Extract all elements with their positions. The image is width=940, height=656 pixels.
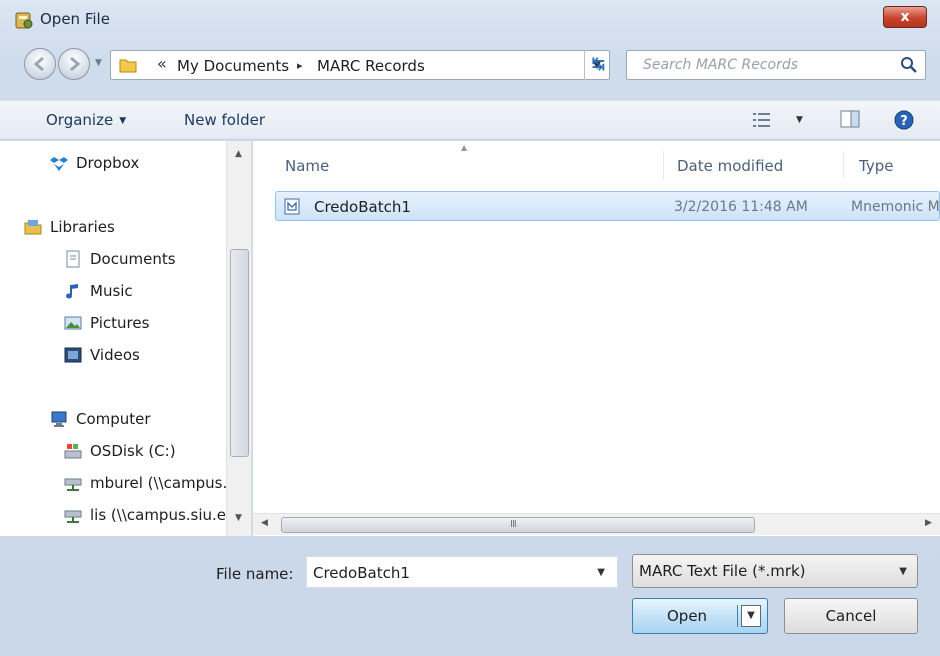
search-icon[interactable] bbox=[899, 55, 919, 75]
nav-item-label: Libraries bbox=[50, 218, 115, 236]
breadcrumb-marc-records[interactable]: MARC Records bbox=[317, 57, 425, 75]
view-options-dropdown-icon[interactable]: ▼ bbox=[796, 115, 803, 125]
nav-item-computer[interactable]: Computer bbox=[50, 407, 151, 431]
nav-item-osdisk[interactable]: OSDisk (C:) bbox=[64, 439, 176, 463]
chevron-down-icon: ▼ bbox=[899, 566, 907, 577]
file-name-label: File name: bbox=[216, 565, 294, 583]
file-name-input[interactable] bbox=[313, 564, 573, 582]
folder-icon bbox=[119, 59, 137, 73]
nav-item-label: Dropbox bbox=[76, 154, 140, 172]
nav-item-label: Music bbox=[90, 282, 133, 300]
svg-text:?: ? bbox=[900, 114, 908, 129]
forward-arrow-icon bbox=[70, 56, 81, 72]
music-icon bbox=[66, 284, 78, 299]
dropbox-icon bbox=[50, 157, 68, 171]
organize-label: Organize bbox=[46, 111, 114, 129]
column-header-date-modified[interactable]: Date modified bbox=[677, 157, 783, 175]
open-options-dropdown-icon[interactable]: ▼ bbox=[741, 605, 761, 627]
title-bar: Open File x bbox=[0, 0, 940, 40]
column-divider[interactable] bbox=[843, 151, 844, 179]
nav-item-label: Pictures bbox=[90, 314, 150, 332]
navigation-scrollbar[interactable]: ▲ ▼ bbox=[226, 141, 251, 536]
new-folder-button[interactable]: New folder bbox=[184, 111, 265, 129]
network-drive-icon bbox=[64, 478, 82, 491]
scrollbar-thumb[interactable] bbox=[230, 249, 249, 457]
scroll-left-icon[interactable]: ◀ bbox=[261, 518, 268, 528]
close-icon: x bbox=[900, 9, 910, 25]
open-button[interactable]: Open ▼ bbox=[632, 598, 768, 634]
navigation-pane: Dropbox Libraries Documents Music Pictur… bbox=[0, 141, 252, 536]
split-divider bbox=[737, 605, 738, 627]
close-button[interactable]: x bbox=[883, 6, 927, 28]
open-file-dialog: Open File x ▼ « My Documents ▸ MARC Reco… bbox=[0, 0, 940, 656]
nav-item-music[interactable]: Music bbox=[64, 279, 133, 303]
sort-ascending-icon: ▲ bbox=[461, 143, 468, 152]
file-type-filter-value: MARC Text File (*.mrk) bbox=[639, 562, 806, 580]
computer-icon bbox=[51, 411, 67, 427]
chevron-down-icon: ▼ bbox=[119, 116, 127, 126]
nav-item-pictures[interactable]: Pictures bbox=[64, 311, 149, 335]
recent-locations-icon[interactable]: ▼ bbox=[95, 58, 102, 68]
nav-item-label: Videos bbox=[90, 346, 140, 364]
nav-item-videos[interactable]: Videos bbox=[64, 343, 140, 367]
file-list: ▲ Name Date modified Type CredoBatch1 3/… bbox=[253, 141, 940, 536]
command-toolbar: Organize ▼ New folder ▼ ? bbox=[0, 100, 940, 140]
pictures-icon bbox=[64, 316, 82, 330]
marc-file-icon bbox=[284, 198, 300, 215]
file-type-filter[interactable]: MARC Text File (*.mrk) ▼ bbox=[632, 554, 918, 588]
address-bar[interactable]: « My Documents ▸ MARC Records ▼ bbox=[110, 50, 610, 80]
nav-item-label: Documents bbox=[90, 250, 176, 268]
chevron-down-icon[interactable]: ▼ bbox=[597, 567, 605, 578]
breadcrumb-separator-icon[interactable]: ▸ bbox=[297, 59, 303, 72]
libraries-icon bbox=[24, 220, 42, 235]
app-icon bbox=[15, 12, 33, 29]
nav-item-mburel[interactable]: mburel (\\campus.siu bbox=[64, 471, 226, 495]
nav-item-documents[interactable]: Documents bbox=[64, 247, 176, 271]
nav-item-label: lis (\\campus.siu.edu bbox=[90, 506, 226, 524]
organize-button[interactable]: Organize ▼ bbox=[46, 111, 126, 129]
horizontal-scrollbar[interactable]: ◀ III ▶ bbox=[253, 513, 940, 535]
overflow-chevron-icon[interactable]: « bbox=[157, 54, 167, 73]
file-name-combobox[interactable]: ▼ bbox=[306, 556, 618, 588]
nav-item-label: Computer bbox=[76, 410, 151, 428]
file-date-cell: 3/2/2016 11:48 AM bbox=[674, 199, 808, 215]
open-label: Open bbox=[667, 607, 708, 625]
forward-button[interactable] bbox=[58, 48, 90, 80]
search-input[interactable] bbox=[643, 57, 883, 73]
nav-item-label: OSDisk (C:) bbox=[90, 442, 176, 460]
help-icon[interactable]: ? bbox=[894, 110, 914, 130]
file-type-cell: Mnemonic MARC file bbox=[851, 199, 940, 215]
drive-icon bbox=[64, 444, 82, 459]
column-divider[interactable] bbox=[663, 151, 664, 179]
refresh-button[interactable]: ↹ bbox=[584, 50, 612, 80]
refresh-icon: ↹ bbox=[591, 54, 606, 73]
nav-item-dropbox[interactable]: Dropbox bbox=[50, 151, 139, 175]
videos-icon bbox=[64, 347, 82, 363]
file-name-cell: CredoBatch1 bbox=[314, 198, 411, 216]
nav-item-libraries[interactable]: Libraries bbox=[24, 215, 115, 239]
scroll-up-icon[interactable]: ▲ bbox=[235, 149, 242, 159]
scrollbar-thumb[interactable]: III bbox=[281, 517, 755, 533]
breadcrumb-my-documents[interactable]: My Documents bbox=[177, 57, 289, 75]
documents-icon bbox=[66, 250, 80, 268]
scroll-down-icon[interactable]: ▼ bbox=[235, 513, 242, 523]
nav-item-label: mburel (\\campus.siu bbox=[90, 474, 226, 492]
network-drive-icon bbox=[64, 510, 82, 523]
scroll-right-icon[interactable]: ▶ bbox=[925, 518, 932, 528]
back-button[interactable] bbox=[24, 48, 56, 80]
preview-pane-icon[interactable] bbox=[840, 110, 860, 128]
column-header-name[interactable]: Name bbox=[285, 157, 329, 175]
scrollbar-grip-icon: III bbox=[510, 519, 517, 530]
search-box[interactable] bbox=[626, 50, 926, 80]
column-header-type[interactable]: Type bbox=[859, 157, 893, 175]
cancel-button[interactable]: Cancel bbox=[784, 598, 918, 634]
back-arrow-icon bbox=[33, 56, 44, 72]
change-view-icon[interactable] bbox=[752, 111, 772, 129]
file-row-selected[interactable]: CredoBatch1 3/2/2016 11:48 AM Mnemonic M… bbox=[275, 191, 940, 221]
nav-item-lis[interactable]: lis (\\campus.siu.edu bbox=[64, 503, 226, 527]
window-title: Open File bbox=[40, 10, 110, 28]
